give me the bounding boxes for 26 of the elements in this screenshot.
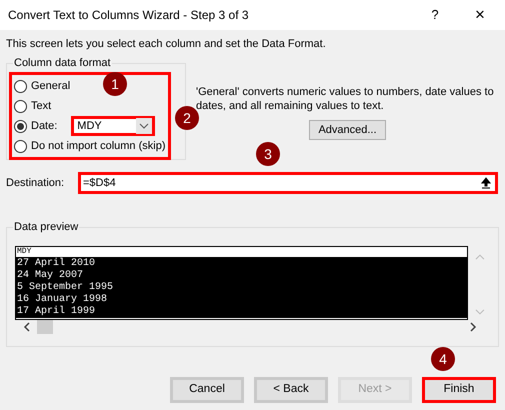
- close-button[interactable]: ×: [455, 2, 505, 28]
- preview-column[interactable]: 27 April 2010 24 May 2007 5 September 1995 16 January 1998 17 April 1999: [16, 258, 468, 318]
- destination-label: Destination:: [6, 176, 66, 191]
- preview-cell-text: 24 May 2007: [17, 270, 84, 282]
- group-label: Data preview: [13, 220, 80, 234]
- advanced-button[interactable]: Advanced...: [309, 120, 386, 140]
- intro-text: This screen lets you select each column and set the Data Format.: [6, 37, 327, 51]
- step-badge: 3: [256, 142, 280, 166]
- preview-cell-text: 5 September 1995: [17, 282, 114, 294]
- preview-cell-text: 17 April 1999: [17, 306, 96, 318]
- step-badge: 1: [103, 72, 127, 96]
- dialog-button[interactable]: < Back: [254, 377, 328, 403]
- option-label: Do not import column (skip): [31, 138, 166, 154]
- date-format-combo[interactable]: MDY: [71, 116, 156, 136]
- dialog-button[interactable]: Cancel: [170, 377, 244, 403]
- preview-cell-text: 16 January 1998: [17, 294, 108, 306]
- window-title: Convert Text to Columns Wizard - Step 3 of 3: [8, 7, 250, 24]
- preview-cell-text: 27 April 2010: [17, 258, 96, 270]
- option-label: General: [31, 78, 70, 94]
- description-text: 'General' converts numeric values to numbers, date values to dates, and all remaining values to text.: [196, 85, 495, 113]
- option-label: Text: [31, 98, 52, 114]
- help-button[interactable]: ?: [415, 5, 455, 25]
- dialog-button[interactable]: Finish: [422, 377, 496, 403]
- step-badge: 4: [431, 347, 455, 371]
- destination-field[interactable]: =$D$4: [78, 172, 498, 194]
- option-label: Date:: [31, 118, 58, 134]
